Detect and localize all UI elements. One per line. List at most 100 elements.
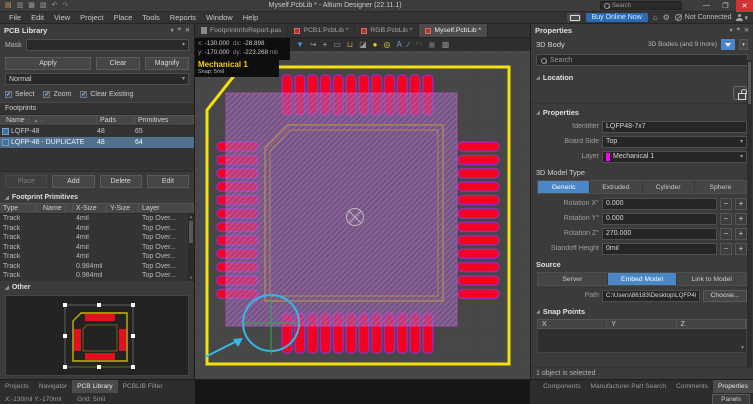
decrement-button[interactable]: − [720,243,732,255]
tab-pcb-library[interactable]: PCB Library [72,380,118,393]
col-prim-name[interactable]: Name▲ [37,205,73,212]
tab-comments[interactable]: Comments [671,380,713,393]
rectangle-select-icon[interactable]: ▭ [333,39,341,51]
via-tool-icon[interactable]: ◎ [384,39,391,51]
pad[interactable] [458,263,499,272]
filter-caret-icon[interactable]: ▼ [739,39,748,50]
decrement-button[interactable]: − [720,213,732,225]
pad[interactable] [458,222,499,231]
lock-icon[interactable] [733,86,747,100]
magnify-button[interactable]: Magnify [145,57,189,70]
increment-button[interactable]: + [735,228,747,240]
model-type-sphere[interactable]: Sphere [695,181,746,193]
undo-icon[interactable]: ↶ [50,0,60,11]
panels-button[interactable]: Panels [712,394,750,404]
rotation-field[interactable] [602,243,717,255]
minimize-button[interactable]: — [698,0,715,12]
col-pads[interactable]: Pads [97,117,135,124]
filter-button[interactable] [721,39,735,50]
tab-navigator[interactable]: Navigator [34,380,72,393]
pad[interactable] [458,142,499,151]
tab-components[interactable]: Components [538,380,585,393]
col-primitives[interactable]: Primitives [135,117,194,124]
model-type-cylinder[interactable]: Cylinder [643,181,695,193]
mask-dropdown[interactable] [26,39,189,51]
close-panel-icon[interactable]: ✕ [744,27,749,34]
scroll-down-icon[interactable]: ▼ [740,345,745,351]
pad[interactable] [458,182,499,191]
copy-icon[interactable]: ▦ [26,0,37,11]
checkbox-zoom[interactable]: ✓Zoom [43,91,71,98]
rotation-field[interactable] [602,198,717,210]
path-field[interactable] [602,290,700,302]
col-xsize[interactable]: X-Size [73,205,107,212]
footprint-primitives-header[interactable]: ◢ Footprint Primitives [0,191,194,203]
pad[interactable] [458,196,499,205]
properties-search-input[interactable]: Search [536,54,748,66]
pad[interactable] [458,236,499,245]
paste-icon[interactable]: ▧ [38,0,49,11]
decrement-button[interactable]: − [720,228,732,240]
identifier-field[interactable] [602,121,747,133]
connection-status[interactable]: Not Connected [675,14,732,21]
menu-view[interactable]: View [49,13,75,22]
footprint-row[interactable]: LQFP-48 - DUPLICATE4864 [0,137,194,148]
maximize-button[interactable]: ❐ [717,0,734,12]
scroll-down-icon[interactable]: ▼ [188,275,194,281]
chevron-down-icon[interactable]: ▾ [730,27,733,34]
choose-button[interactable]: Choose... [703,290,747,302]
col-type[interactable]: Type [0,205,37,212]
pad-tool-icon[interactable]: ● [373,39,378,51]
doc-tab-pcb1-pcblib[interactable]: PCB1.PcbLib * [288,24,355,37]
doc-tab-rgb-pcblib[interactable]: RGB.PcbLib * [355,24,419,37]
pad[interactable] [458,209,499,218]
pad[interactable] [458,276,499,285]
properties-section-header[interactable]: ◢ Properties [531,104,753,119]
body-tool-icon[interactable]: ▩ [442,39,450,51]
crosshair-icon[interactable]: + [323,39,328,51]
location-section-header[interactable]: ◢ Location [531,69,753,84]
home-icon[interactable]: ⌂ [653,13,658,23]
snap-icon[interactable]: ↪ [310,39,317,51]
footprint-row[interactable]: LQFP-484865 [0,126,194,137]
primitive-row[interactable]: Track4milTop Over... [0,243,194,253]
model-type-generic[interactable]: Generic [538,181,590,193]
string-tool-icon[interactable]: A [397,39,402,51]
menu-project[interactable]: Project [75,13,108,22]
increment-button[interactable]: + [735,213,747,225]
close-panel-icon[interactable]: ✕ [185,27,190,34]
primitive-row[interactable]: Track0.984milTop Over... [0,262,194,272]
eraser-icon[interactable]: ◪ [359,39,367,51]
snap-points-header[interactable]: ◢ Snap Points [531,303,753,318]
chevron-down-icon[interactable]: ▾ [171,27,174,34]
line-tool-icon[interactable]: ∕ [408,39,409,51]
buy-online-button[interactable]: Buy Online Now [586,13,648,22]
doc-tab-footprintinforeport-pas[interactable]: FootprintInfoReport.pas [195,24,288,37]
primitive-row[interactable]: Track4milTop Over... [0,214,194,224]
add-button[interactable]: Add [52,175,94,188]
rotation-field[interactable] [602,213,717,225]
menu-window[interactable]: Window [201,13,238,22]
menu-reports[interactable]: Reports [165,13,201,22]
checkbox-clear-existing[interactable]: ✓Clear Existing [80,91,133,98]
pad[interactable] [458,249,499,258]
fill-tool-icon[interactable]: ▣ [428,39,436,51]
arc-tool-icon[interactable]: ◠ [415,39,422,51]
apply-button[interactable]: Apply [5,57,91,70]
primitives-scrollbar[interactable]: ▲ ▼ [188,214,194,281]
scrollbar-thumb[interactable] [748,62,751,104]
pad[interactable] [458,289,499,298]
layer-dropdown[interactable]: Mechanical 1 [602,151,747,163]
pcb-canvas-area[interactable]: ▼↪+▭⊔◪●◎A∕◠▣▩ x: -130.000 dx: -28.898 y:… [195,38,530,379]
menu-place[interactable]: Place [109,13,138,22]
save-icon[interactable]: ▤ [3,0,14,11]
model-type-extruded[interactable]: Extruded [590,181,642,193]
source-embed-model[interactable]: Embed Model [608,273,678,285]
tab-projects[interactable]: Projects [0,380,34,393]
other-section-header[interactable]: ◢ Other [0,281,194,293]
pin-icon[interactable]: ⌖ [178,27,181,34]
scrollbar-thumb[interactable] [189,221,193,243]
edit-button[interactable]: Edit [147,175,189,188]
col-ysize[interactable]: Y-Size [107,205,139,212]
decrement-button[interactable]: − [720,198,732,210]
